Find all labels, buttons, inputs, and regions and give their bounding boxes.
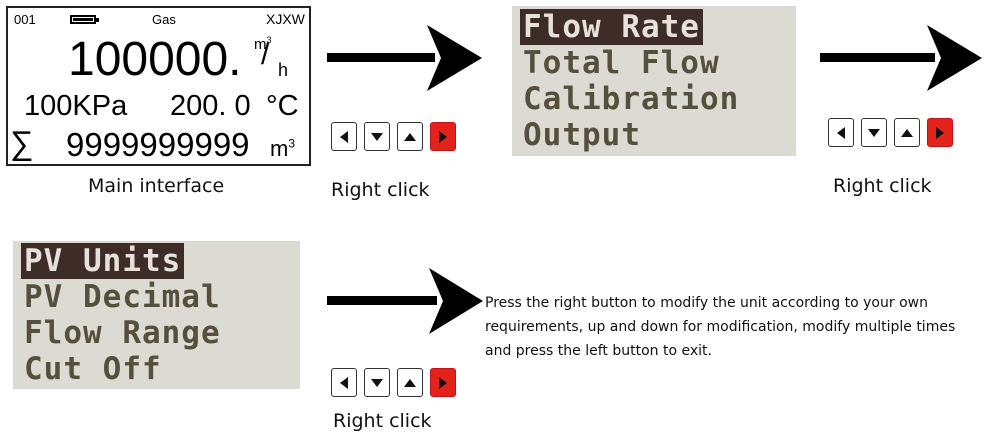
button-row-1 <box>331 122 456 151</box>
left-arrow-icon <box>340 130 348 143</box>
menu-item-output[interactable]: Output <box>520 117 644 153</box>
down-button[interactable] <box>364 368 390 397</box>
right-arrow-icon <box>439 376 447 389</box>
instruction-note: Press the right button to modify the uni… <box>485 295 956 359</box>
left-arrow-icon <box>837 126 845 139</box>
menu-item-total-flow[interactable]: Total Flow <box>520 45 723 81</box>
main-interface-display: 001 Gas XJXW 100000. m3 / h 100KPa 200. … <box>6 6 311 166</box>
up-button[interactable] <box>397 122 423 151</box>
menu-item-pv-units[interactable]: PV Units <box>21 243 185 279</box>
battery-icon <box>70 15 99 24</box>
menu-item-flow-range[interactable]: Flow Range <box>21 315 224 351</box>
main-menu-display: Flow Rate Total Flow Calibration Output <box>512 6 796 156</box>
down-button[interactable] <box>364 122 390 151</box>
total-unit: m3 <box>270 136 296 161</box>
button-row-2 <box>828 118 953 147</box>
arrow-right-icon-1 <box>327 25 482 91</box>
caption-right-click-1: Right click <box>331 179 430 201</box>
total-flow-value: 9999999999 <box>66 126 250 163</box>
right-arrow-icon <box>936 126 944 139</box>
device-address: 001 <box>14 12 36 27</box>
down-arrow-icon <box>371 378 383 387</box>
arrow-right-icon-3 <box>327 268 483 334</box>
left-arrow-icon <box>340 376 348 389</box>
right-arrow-icon <box>439 130 447 143</box>
flow-unit-slash: / <box>261 38 270 71</box>
down-arrow-icon <box>371 132 383 141</box>
pressure-value: 100KPa <box>24 90 128 122</box>
flow-unit-denominator: h <box>278 60 289 80</box>
left-button[interactable] <box>331 368 357 397</box>
flow-rate-value: 100000. <box>68 33 242 86</box>
down-button[interactable] <box>861 118 887 147</box>
left-button[interactable] <box>331 122 357 151</box>
up-arrow-icon <box>404 132 416 141</box>
caption-right-click-3: Right click <box>333 410 432 432</box>
menu-item-pv-decimal[interactable]: PV Decimal <box>21 279 224 315</box>
flow-rate-menu-display: PV Units PV Decimal Flow Range Cut Off <box>13 241 300 389</box>
medium-label: Gas <box>152 12 176 27</box>
right-button[interactable] <box>927 118 953 147</box>
right-button[interactable] <box>430 122 456 151</box>
menu-item-calibration[interactable]: Calibration <box>520 81 742 117</box>
button-row-3 <box>331 368 456 397</box>
down-arrow-icon <box>868 128 880 137</box>
temperature-unit: °C <box>266 90 299 122</box>
sigma-icon: ∑ <box>10 124 34 161</box>
up-button[interactable] <box>894 118 920 147</box>
temperature-value: 200. 0 <box>170 90 251 122</box>
brand-label: XJXW <box>266 11 305 27</box>
caption-right-click-2: Right click <box>833 175 932 197</box>
up-arrow-icon <box>901 128 913 137</box>
menu-item-cut-off[interactable]: Cut Off <box>21 351 165 387</box>
up-button[interactable] <box>397 368 423 397</box>
caption-main-interface: Main interface <box>88 175 225 197</box>
menu-item-flow-rate[interactable]: Flow Rate <box>520 9 703 45</box>
left-button[interactable] <box>828 118 854 147</box>
up-arrow-icon <box>404 378 416 387</box>
arrow-right-icon-2 <box>820 25 982 91</box>
right-button[interactable] <box>430 368 456 397</box>
